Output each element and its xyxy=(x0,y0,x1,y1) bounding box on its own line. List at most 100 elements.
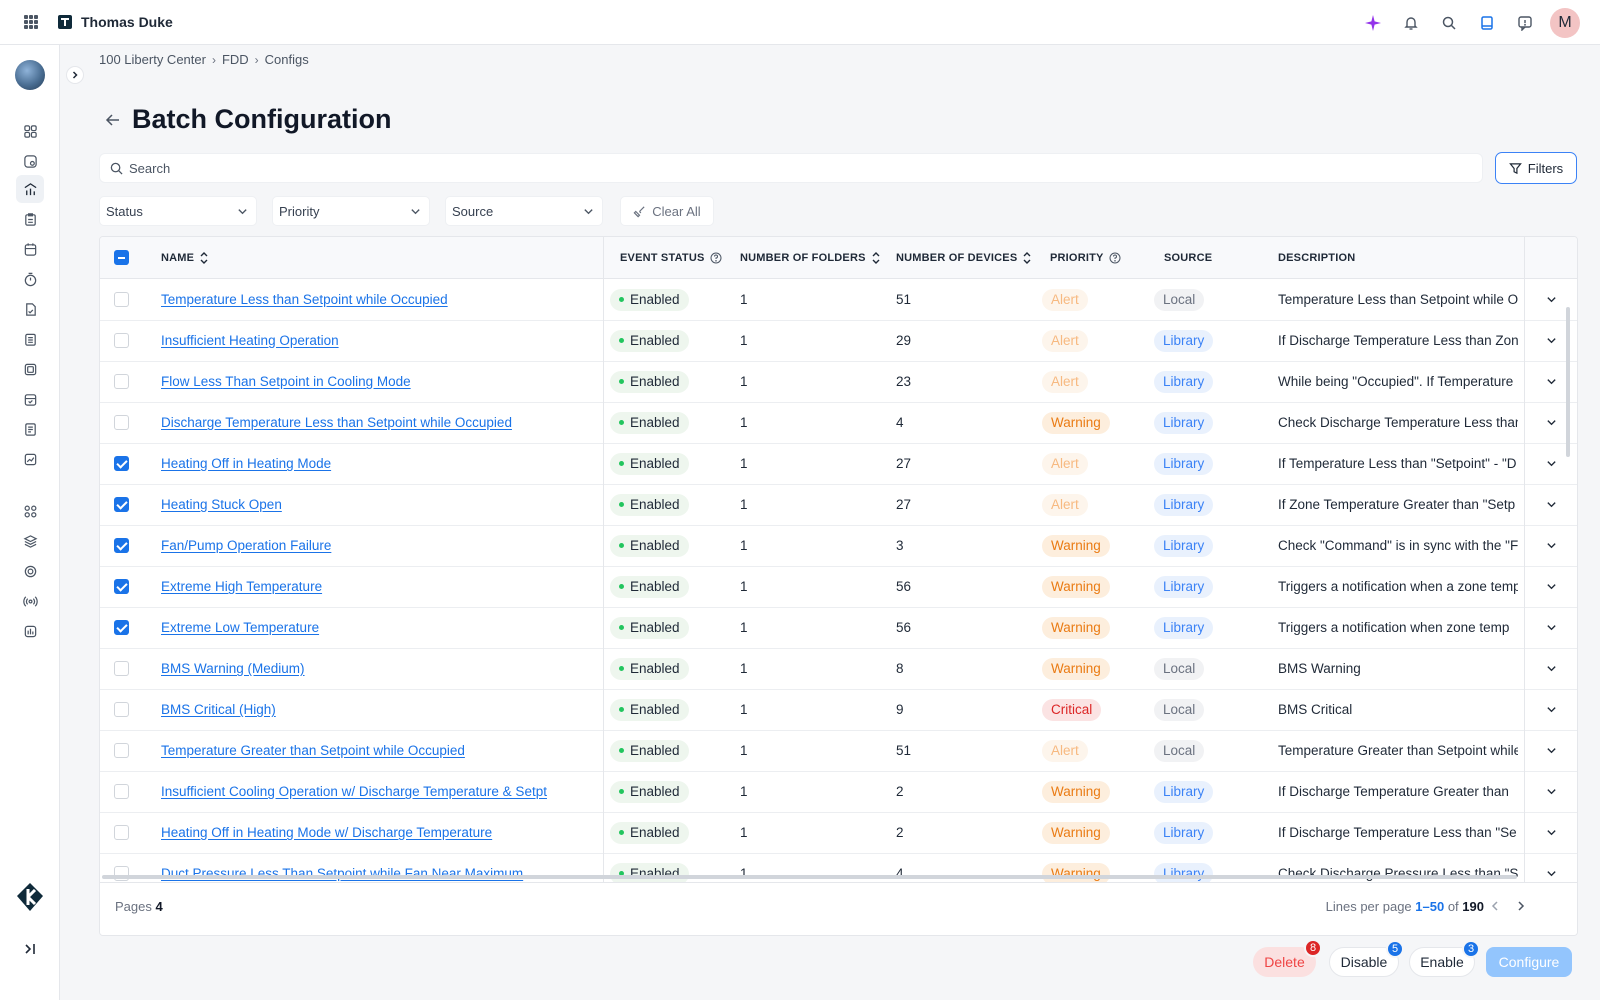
expand-row-button[interactable] xyxy=(1524,730,1577,771)
table-row[interactable]: Insufficient Cooling Operation w/ Discha… xyxy=(100,771,1577,813)
expand-row-button[interactable] xyxy=(1524,607,1577,648)
expand-row-button[interactable] xyxy=(1524,648,1577,689)
integrations-icon[interactable] xyxy=(16,497,44,525)
config-name-link[interactable]: Temperature Less than Setpoint while Occ… xyxy=(161,292,448,307)
row-checkbox[interactable] xyxy=(114,620,129,635)
row-checkbox[interactable] xyxy=(114,456,129,471)
table-row[interactable]: Fan/Pump Operation Failure Enabled 1 3 Warni… xyxy=(100,525,1577,567)
row-checkbox[interactable] xyxy=(114,415,129,430)
enable-button[interactable]: Enable 3 xyxy=(1409,940,1480,977)
search-input[interactable] xyxy=(129,160,1429,176)
expand-row-button[interactable] xyxy=(1524,484,1577,525)
config-name-link[interactable]: Heating Off in Heating Mode xyxy=(161,456,331,471)
row-checkbox[interactable] xyxy=(114,538,129,553)
sparkle-icon[interactable] xyxy=(1354,0,1392,45)
config-name-link[interactable]: BMS Warning (Medium) xyxy=(161,661,305,676)
help-circle-icon[interactable] xyxy=(710,252,722,264)
configure-button[interactable]: Configure xyxy=(1486,947,1572,977)
table-row[interactable]: Flow Less Than Setpoint in Cooling Mode E… xyxy=(100,361,1577,403)
table-row[interactable]: BMS Critical (High) Enabled 1 9 Critical Loca… xyxy=(100,689,1577,731)
breadcrumb-item-configs[interactable]: Configs xyxy=(265,52,309,67)
breadcrumb-item-building[interactable]: 100 Liberty Center xyxy=(99,52,206,67)
table-row[interactable]: Heating Off in Heating Mode Enabled 1 27 Ale… xyxy=(100,443,1577,485)
select-all-checkbox[interactable] xyxy=(114,250,129,265)
table-row[interactable]: BMS Warning (Medium) Enabled 1 8 Warning Loca… xyxy=(100,648,1577,690)
checklist-icon[interactable] xyxy=(16,325,44,353)
col-devices[interactable]: NUMBER OF DEVICES xyxy=(896,237,1032,279)
building-avatar[interactable] xyxy=(15,60,45,90)
help-chat-icon[interactable] xyxy=(1506,0,1544,45)
expand-row-button[interactable] xyxy=(1524,812,1577,853)
row-checkbox[interactable] xyxy=(114,743,129,758)
config-name-link[interactable]: Fan/Pump Operation Failure xyxy=(161,538,331,553)
config-name-link[interactable]: Extreme High Temperature xyxy=(161,579,322,594)
schedule-icon[interactable] xyxy=(16,385,44,413)
col-folders[interactable]: NUMBER OF FOLDERS xyxy=(740,237,881,279)
broadcast-icon[interactable] xyxy=(16,587,44,615)
monitor-icon[interactable] xyxy=(16,147,44,175)
breadcrumb-item-fdd[interactable]: FDD xyxy=(222,52,249,67)
row-checkbox[interactable] xyxy=(114,825,129,840)
priority-dropdown[interactable]: Priority xyxy=(272,196,430,226)
config-name-link[interactable]: Heating Off in Heating Mode w/ Discharge… xyxy=(161,825,492,840)
config-name-link[interactable]: BMS Critical (High) xyxy=(161,702,276,717)
row-checkbox[interactable] xyxy=(114,333,129,348)
document-icon[interactable] xyxy=(16,295,44,323)
timer-icon[interactable] xyxy=(16,265,44,293)
clipboard-icon[interactable] xyxy=(16,205,44,233)
delete-button[interactable]: Delete 8 xyxy=(1253,939,1322,977)
filters-button[interactable]: Filters xyxy=(1495,152,1577,184)
layers-icon[interactable] xyxy=(16,527,44,555)
source-dropdown[interactable]: Source xyxy=(445,196,603,226)
row-checkbox[interactable] xyxy=(114,702,129,717)
table-row[interactable]: Extreme High Temperature Enabled 1 56 Warnin… xyxy=(100,566,1577,608)
expand-row-button[interactable] xyxy=(1524,566,1577,607)
prev-page-button[interactable] xyxy=(1488,899,1502,913)
table-row[interactable]: Extreme Low Temperature Enabled 1 56 Warning… xyxy=(100,607,1577,649)
row-checkbox[interactable] xyxy=(114,374,129,389)
book-icon[interactable] xyxy=(1468,0,1506,45)
user-avatar[interactable]: M xyxy=(1550,7,1580,38)
config-name-link[interactable]: Insufficient Cooling Operation w/ Discha… xyxy=(161,784,547,799)
row-checkbox[interactable] xyxy=(114,661,129,676)
meter-icon[interactable] xyxy=(16,617,44,645)
expand-row-button[interactable] xyxy=(1524,771,1577,812)
table-row[interactable]: Insufficient Heating Operation Enabled 1 29… xyxy=(100,320,1577,362)
report-icon[interactable] xyxy=(16,415,44,443)
expand-row-button[interactable] xyxy=(1524,525,1577,566)
row-checkbox[interactable] xyxy=(114,292,129,307)
config-name-link[interactable]: Extreme Low Temperature xyxy=(161,620,319,635)
table-row[interactable]: Heating Off in Heating Mode w/ Discharge… xyxy=(100,812,1577,854)
status-dropdown[interactable]: Status xyxy=(99,196,257,226)
archive-icon[interactable] xyxy=(16,355,44,383)
disable-button[interactable]: Disable 5 xyxy=(1329,940,1404,977)
config-name-link[interactable]: Insufficient Heating Operation xyxy=(161,333,339,348)
dashboard-icon[interactable] xyxy=(16,117,44,145)
horizontal-scrollbar[interactable] xyxy=(102,875,1517,879)
table-row[interactable]: Temperature Greater than Setpoint while … xyxy=(100,730,1577,772)
vertical-scrollbar[interactable] xyxy=(1566,307,1570,457)
row-checkbox[interactable] xyxy=(114,497,129,512)
table-row[interactable]: Discharge Temperature Less than Setpoint… xyxy=(100,402,1577,444)
help-circle-icon[interactable] xyxy=(1109,252,1121,264)
config-name-link[interactable]: Flow Less Than Setpoint in Cooling Mode xyxy=(161,374,411,389)
chart-icon[interactable] xyxy=(16,445,44,473)
bell-icon[interactable] xyxy=(1392,0,1430,45)
next-page-button[interactable] xyxy=(1514,899,1528,913)
config-name-link[interactable]: Heating Stuck Open xyxy=(161,497,282,512)
table-row[interactable]: Heating Stuck Open Enabled 1 27 Alert Library… xyxy=(100,484,1577,526)
app-launcher-icon[interactable] xyxy=(24,15,38,29)
lines-range[interactable]: 1–50 xyxy=(1415,899,1444,914)
collapse-sidebar-icon[interactable] xyxy=(22,941,38,957)
settings-icon[interactable] xyxy=(16,557,44,585)
col-name[interactable]: NAME xyxy=(161,237,209,279)
search-icon[interactable] xyxy=(1430,0,1468,45)
config-name-link[interactable]: Temperature Greater than Setpoint while … xyxy=(161,743,465,758)
back-arrow-icon[interactable] xyxy=(104,111,122,129)
analytics-icon[interactable] xyxy=(16,175,44,203)
row-checkbox[interactable] xyxy=(114,579,129,594)
row-checkbox[interactable] xyxy=(114,784,129,799)
clear-all-button[interactable]: Clear All xyxy=(620,196,714,226)
calendar-icon[interactable] xyxy=(16,235,44,263)
expand-row-button[interactable] xyxy=(1524,689,1577,730)
